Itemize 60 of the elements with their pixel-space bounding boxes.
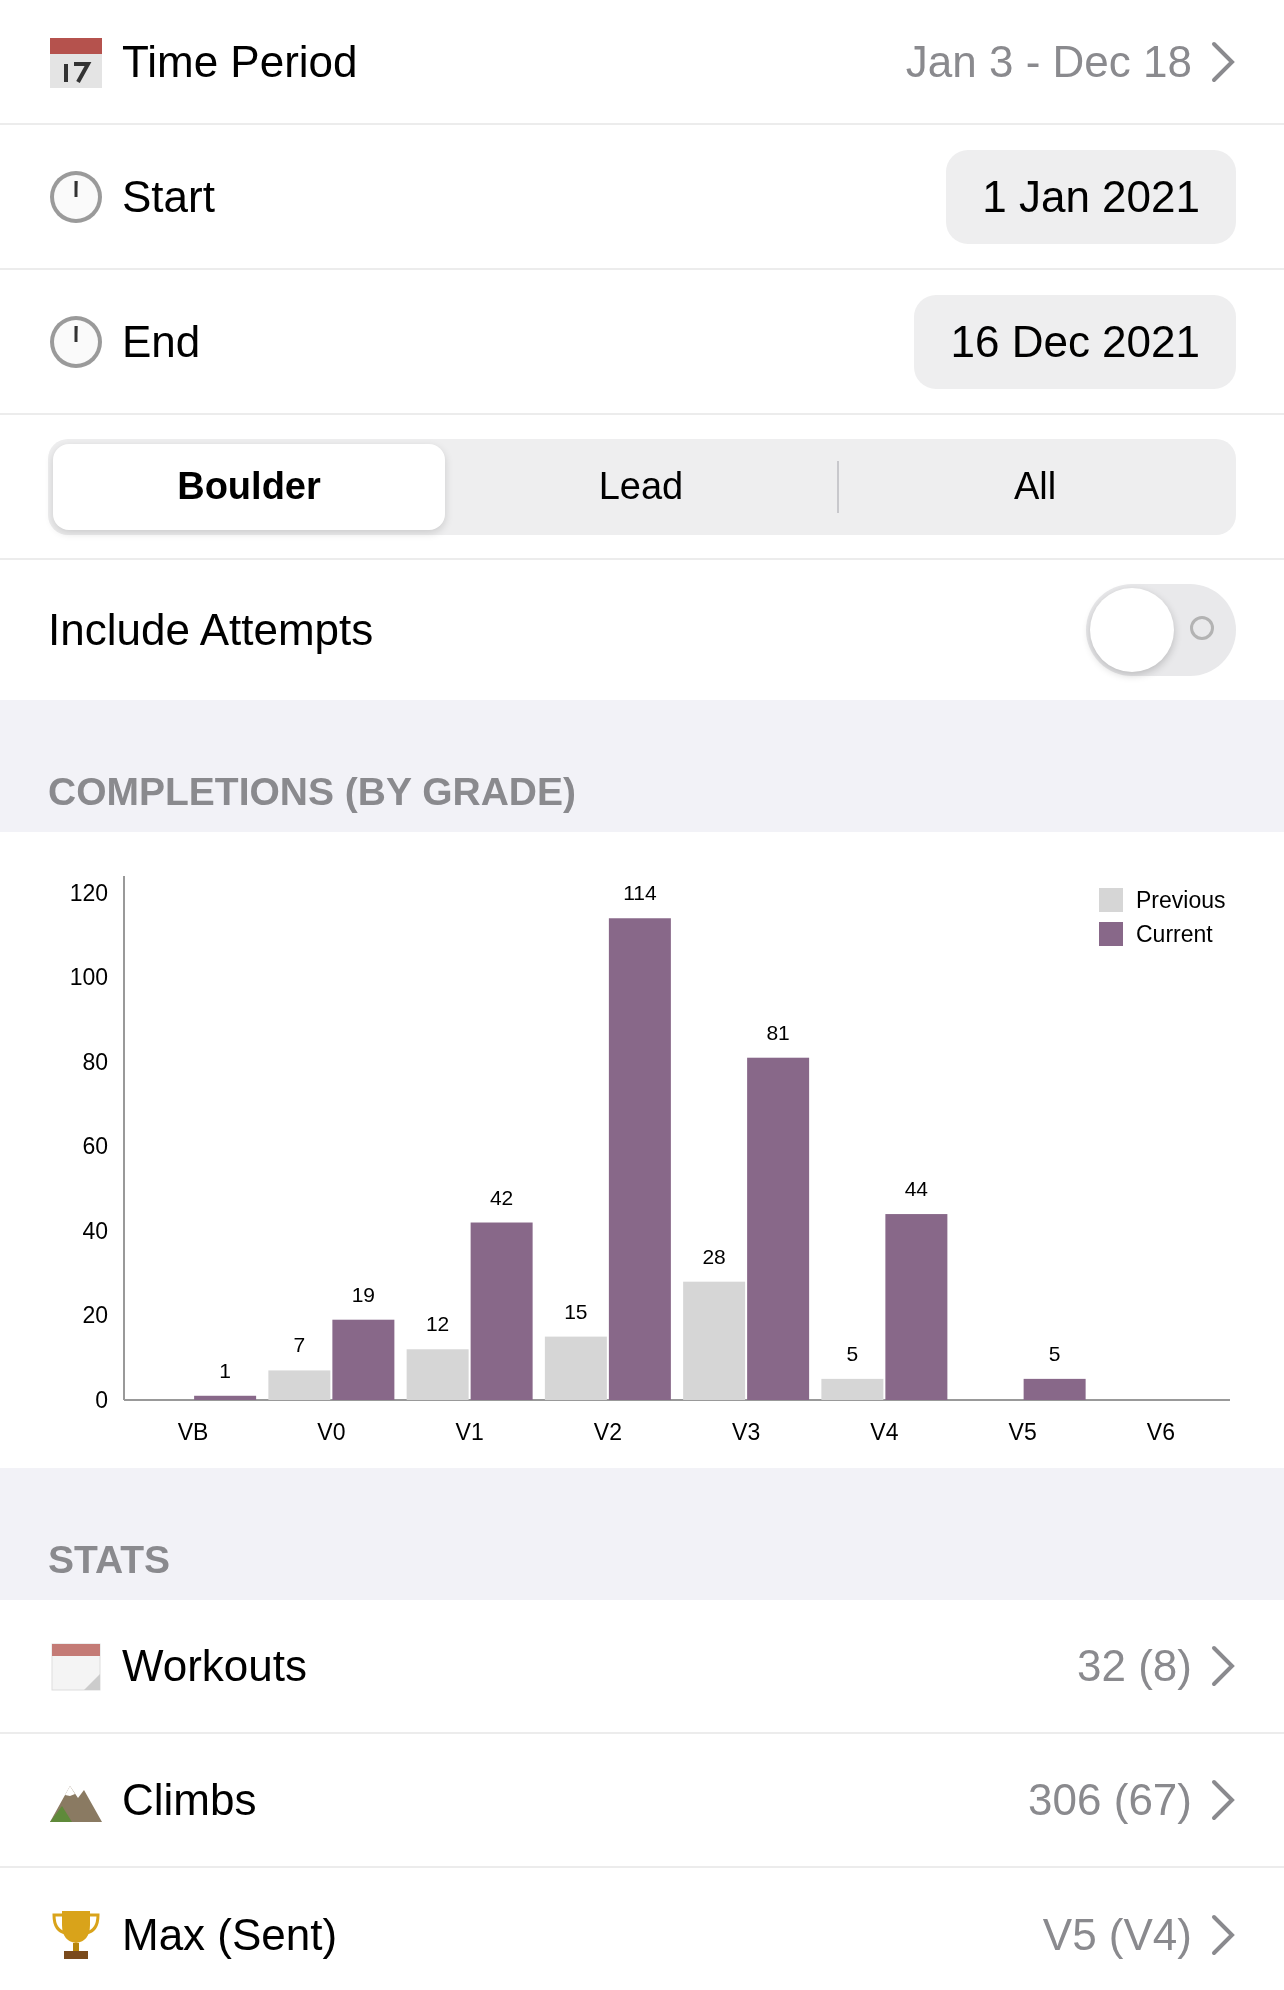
date-picker[interactable]: 16 Dec 2021 xyxy=(914,294,1236,389)
legend-label: Current xyxy=(1136,921,1213,947)
row-value: V5 (V4) xyxy=(1042,1910,1192,1960)
y-tick-label: 0 xyxy=(95,1387,108,1413)
bar-value-label: 81 xyxy=(766,1020,790,1044)
row-label: End xyxy=(122,316,202,367)
section-header: COMPLETIONS (BY GRADE) xyxy=(48,770,576,814)
row-value: 306 (67) xyxy=(1028,1775,1192,1825)
chevron-icon xyxy=(1210,1778,1236,1822)
chevron-icon xyxy=(1210,1644,1236,1688)
row-label: Time Period xyxy=(122,36,359,87)
bar-value-label: 15 xyxy=(564,1299,588,1323)
date-picker[interactable]: 1 Jan 2021 xyxy=(946,149,1236,244)
bar-value-label: 28 xyxy=(702,1244,726,1268)
bar-value-label: 1 xyxy=(219,1358,231,1382)
y-tick-label: 80 xyxy=(82,1048,108,1075)
y-tick-label: 60 xyxy=(82,1133,108,1160)
x-tick-label: V2 xyxy=(593,1419,622,1445)
bar-value-label: 44 xyxy=(904,1177,929,1201)
chevron-icon xyxy=(1210,1913,1236,1957)
stat-row[interactable]: Workouts 32 (8) xyxy=(0,1600,1284,1734)
bar-value-label: 5 xyxy=(846,1341,859,1365)
legend-swatch xyxy=(1099,888,1123,912)
segment-tab[interactable]: Lead xyxy=(445,443,837,530)
segment-tab[interactable]: Boulder xyxy=(53,443,445,530)
y-tick-label: 120 xyxy=(69,879,108,906)
row-label: Start xyxy=(122,171,216,222)
clock-icon xyxy=(48,168,104,225)
legend-label: Previous xyxy=(1136,887,1226,913)
row-value: Jan 3 - Dec 18 xyxy=(905,36,1192,87)
y-tick-label: 40 xyxy=(82,1217,108,1244)
row-label: Include Attempts xyxy=(48,605,375,655)
x-tick-label: VB xyxy=(177,1419,209,1445)
chevron-icon xyxy=(1210,39,1236,84)
bar xyxy=(1023,1378,1086,1400)
row-label: Climbs xyxy=(122,1775,258,1825)
bar-value-label: 12 xyxy=(425,1312,450,1336)
x-tick-label: V4 xyxy=(870,1419,899,1445)
x-tick-label: V3 xyxy=(732,1419,761,1445)
section-header: STATS xyxy=(48,1538,171,1582)
bar-value-label: 42 xyxy=(489,1185,514,1209)
y-tick-label: 20 xyxy=(82,1302,108,1329)
row-label: Workouts xyxy=(122,1641,309,1691)
stat-row[interactable]: Max (Sent) V5 (V4) xyxy=(0,1868,1284,1990)
legend-swatch xyxy=(1099,922,1123,946)
row-label: Max (Sent) xyxy=(122,1910,339,1960)
x-tick-label: V5 xyxy=(1008,1419,1037,1445)
x-tick-label: V0 xyxy=(317,1419,346,1445)
x-tick-label: V1 xyxy=(455,1419,484,1445)
bar-value-label: 5 xyxy=(1048,1341,1061,1365)
bar-value-label: 114 xyxy=(623,881,657,905)
clock-icon xyxy=(48,313,104,370)
segment-tab[interactable]: All xyxy=(839,443,1231,530)
bar-value-label: 7 xyxy=(293,1333,306,1357)
row-value: 32 (8) xyxy=(1077,1641,1192,1691)
stat-row[interactable]: Climbs 306 (67) xyxy=(0,1734,1284,1868)
bar xyxy=(194,1395,257,1400)
x-tick-label: V6 xyxy=(1146,1419,1175,1445)
bar-value-label: 19 xyxy=(351,1282,376,1306)
y-tick-label: 100 xyxy=(69,964,108,991)
